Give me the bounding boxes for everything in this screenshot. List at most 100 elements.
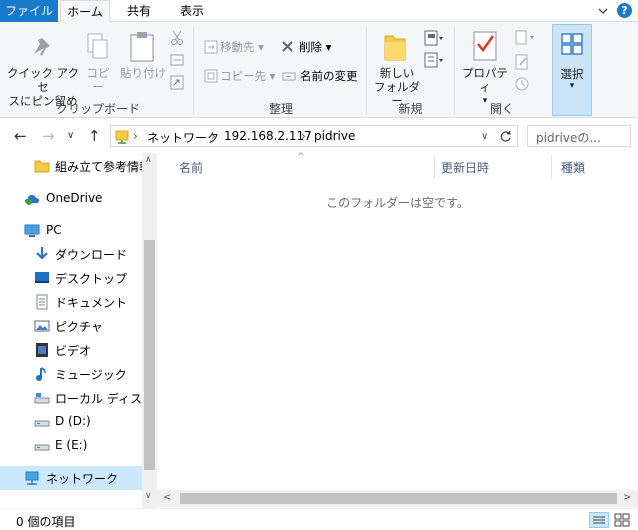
copy-icon bbox=[87, 33, 108, 59]
open-icon[interactable] bbox=[514, 30, 538, 46]
nav-item-label: ミュージック bbox=[55, 368, 127, 382]
music-icon bbox=[36, 367, 46, 381]
nav-item-drive-d[interactable]: D (D:) bbox=[0, 410, 142, 434]
paste-button[interactable]: 貼り付け bbox=[120, 66, 166, 80]
nav-item-downloads[interactable]: ダウンロード bbox=[0, 242, 142, 266]
nav-item-documents[interactable]: ドキュメント bbox=[0, 290, 142, 314]
breadcrumb-separator-icon[interactable]: › bbox=[301, 129, 306, 143]
select-dropdown-icon: ▾ bbox=[569, 81, 575, 91]
breadcrumb-pidrive[interactable]: pidrive bbox=[314, 129, 355, 143]
nav-item-drive-e[interactable]: E (E:) bbox=[0, 434, 142, 458]
column-header-name[interactable]: 名前 bbox=[179, 159, 203, 176]
cut-icon[interactable] bbox=[170, 30, 184, 46]
breadcrumb-host[interactable]: 192.168.2.117 bbox=[224, 129, 312, 143]
breadcrumb-network[interactable]: ネットワーク bbox=[147, 129, 219, 146]
move-to-icon bbox=[204, 40, 218, 54]
nav-item-label: ドキュメント bbox=[55, 296, 128, 310]
nav-item-label: D (D:) bbox=[55, 414, 91, 428]
new-group-label: 新規 bbox=[398, 102, 423, 116]
network-folder-icon bbox=[115, 130, 129, 144]
help-icon[interactable]: ? bbox=[617, 3, 632, 18]
sort-ascending-icon: ^ bbox=[297, 152, 305, 162]
refresh-icon[interactable] bbox=[499, 130, 512, 143]
nav-item-pictures[interactable]: ピクチャ bbox=[0, 314, 142, 338]
nav-item-pc[interactable]: PC bbox=[0, 219, 142, 243]
ribbon-tab-bar: ファイル ホーム 共有 表示 ? bbox=[0, 0, 638, 23]
up-arrow-icon[interactable]: ↑ bbox=[88, 127, 101, 145]
clipboard-group-label: クリップボード bbox=[55, 102, 140, 116]
picture-icon bbox=[34, 320, 50, 332]
organize-group-label: 整理 bbox=[268, 102, 293, 116]
search-placeholder: pidriveの... bbox=[536, 131, 601, 145]
recent-locations-icon[interactable]: ∨ bbox=[67, 130, 74, 141]
delete-button[interactable]: 削除 ▾ bbox=[299, 39, 331, 55]
edit-icon[interactable] bbox=[514, 54, 530, 70]
breadcrumb-separator-icon[interactable]: › bbox=[133, 129, 138, 143]
copy-path-icon[interactable] bbox=[170, 54, 184, 66]
ribbon-separator bbox=[193, 26, 194, 114]
copy-to-icon bbox=[204, 69, 218, 83]
address-dropdown-icon[interactable]: ∨ bbox=[481, 131, 488, 142]
column-header-modified[interactable]: 更新日時 bbox=[441, 159, 489, 176]
scroll-right-icon[interactable]: > bbox=[623, 492, 631, 503]
nav-item-desktop[interactable]: デスクトップ bbox=[0, 266, 142, 290]
delete-label: 削除 bbox=[299, 40, 322, 54]
history-icon[interactable] bbox=[514, 76, 530, 92]
scroll-left-icon[interactable]: < bbox=[163, 492, 171, 503]
tab-home[interactable]: ホーム bbox=[60, 0, 110, 23]
paste-shortcut-icon[interactable] bbox=[170, 74, 184, 90]
nav-item-assembly-reference[interactable]: 組み立て参考情報 bbox=[0, 154, 151, 178]
details-view-icon[interactable] bbox=[589, 512, 609, 528]
forward-arrow-icon[interactable]: → bbox=[42, 127, 55, 145]
rename-button[interactable]: 名前の変更 bbox=[300, 68, 358, 84]
scroll-up-icon[interactable]: ∧ bbox=[145, 155, 152, 165]
back-arrow-icon[interactable]: ← bbox=[14, 127, 27, 145]
properties-icon bbox=[473, 31, 497, 61]
file-list: ^ 名前 更新日時 種類 このフォルダーは空です。 bbox=[157, 152, 638, 508]
nav-item-music[interactable]: ミュージック bbox=[0, 362, 142, 386]
copy-button[interactable]: コピー bbox=[82, 66, 114, 94]
delete-icon bbox=[282, 41, 293, 52]
nav-item-label: ネットワーク bbox=[46, 472, 119, 486]
select-grid-icon bbox=[561, 33, 583, 55]
properties-label: プロパティ bbox=[462, 66, 508, 94]
nav-item-local-disk-c[interactable]: ローカル ディスク (C bbox=[0, 386, 157, 410]
ribbon-collapse-chevron-icon[interactable] bbox=[596, 4, 610, 18]
nav-item-label: 組み立て参考情報 bbox=[55, 160, 152, 174]
tab-file[interactable]: ファイル bbox=[0, 0, 58, 22]
document-icon bbox=[36, 294, 48, 310]
pc-icon bbox=[24, 224, 40, 237]
column-header-type[interactable]: 種類 bbox=[561, 159, 585, 176]
easy-access-icon[interactable] bbox=[424, 52, 446, 70]
column-divider[interactable] bbox=[551, 155, 552, 179]
download-icon bbox=[36, 247, 48, 260]
copy-to-button[interactable]: コピー先 ▾ bbox=[220, 68, 275, 84]
new-folder-icon bbox=[384, 35, 406, 61]
nav-scroll-thumb[interactable] bbox=[144, 240, 155, 470]
move-to-label: 移動先 bbox=[220, 40, 255, 54]
nav-item-label: PC bbox=[46, 223, 62, 237]
onedrive-icon bbox=[25, 195, 39, 205]
nav-item-label: OneDrive bbox=[46, 191, 103, 205]
nav-item-videos[interactable]: ビデオ bbox=[0, 338, 142, 362]
scroll-down-icon[interactable]: ∨ bbox=[145, 491, 152, 501]
status-bar: 0 個の項目 bbox=[0, 508, 638, 530]
ribbon-separator bbox=[366, 26, 367, 114]
search-input[interactable]: pidriveの... bbox=[527, 125, 631, 147]
nav-item-network[interactable]: ネットワーク bbox=[0, 466, 142, 490]
large-icons-view-icon[interactable] bbox=[612, 512, 632, 528]
address-bar[interactable]: › ネットワーク › 192.168.2.117 › pidrive ∨ bbox=[110, 125, 518, 147]
move-to-button[interactable]: 移動先 ▾ bbox=[220, 39, 264, 55]
tab-view[interactable]: 表示 bbox=[170, 0, 214, 22]
content-scroll-thumb[interactable] bbox=[180, 493, 617, 504]
nav-item-onedrive[interactable]: OneDrive bbox=[0, 187, 142, 211]
select-button[interactable]: 選択 ▾ bbox=[552, 24, 592, 116]
new-item-icon[interactable] bbox=[424, 30, 446, 48]
nav-item-label: ビデオ bbox=[55, 344, 92, 358]
new-folder-label-line1: 新しい bbox=[379, 66, 415, 80]
breadcrumb-separator-icon[interactable]: › bbox=[211, 129, 216, 143]
column-divider[interactable] bbox=[434, 155, 435, 179]
copy-to-label: コピー先 bbox=[220, 69, 266, 83]
system-drive-icon bbox=[34, 393, 50, 404]
tab-share[interactable]: 共有 bbox=[117, 0, 161, 22]
